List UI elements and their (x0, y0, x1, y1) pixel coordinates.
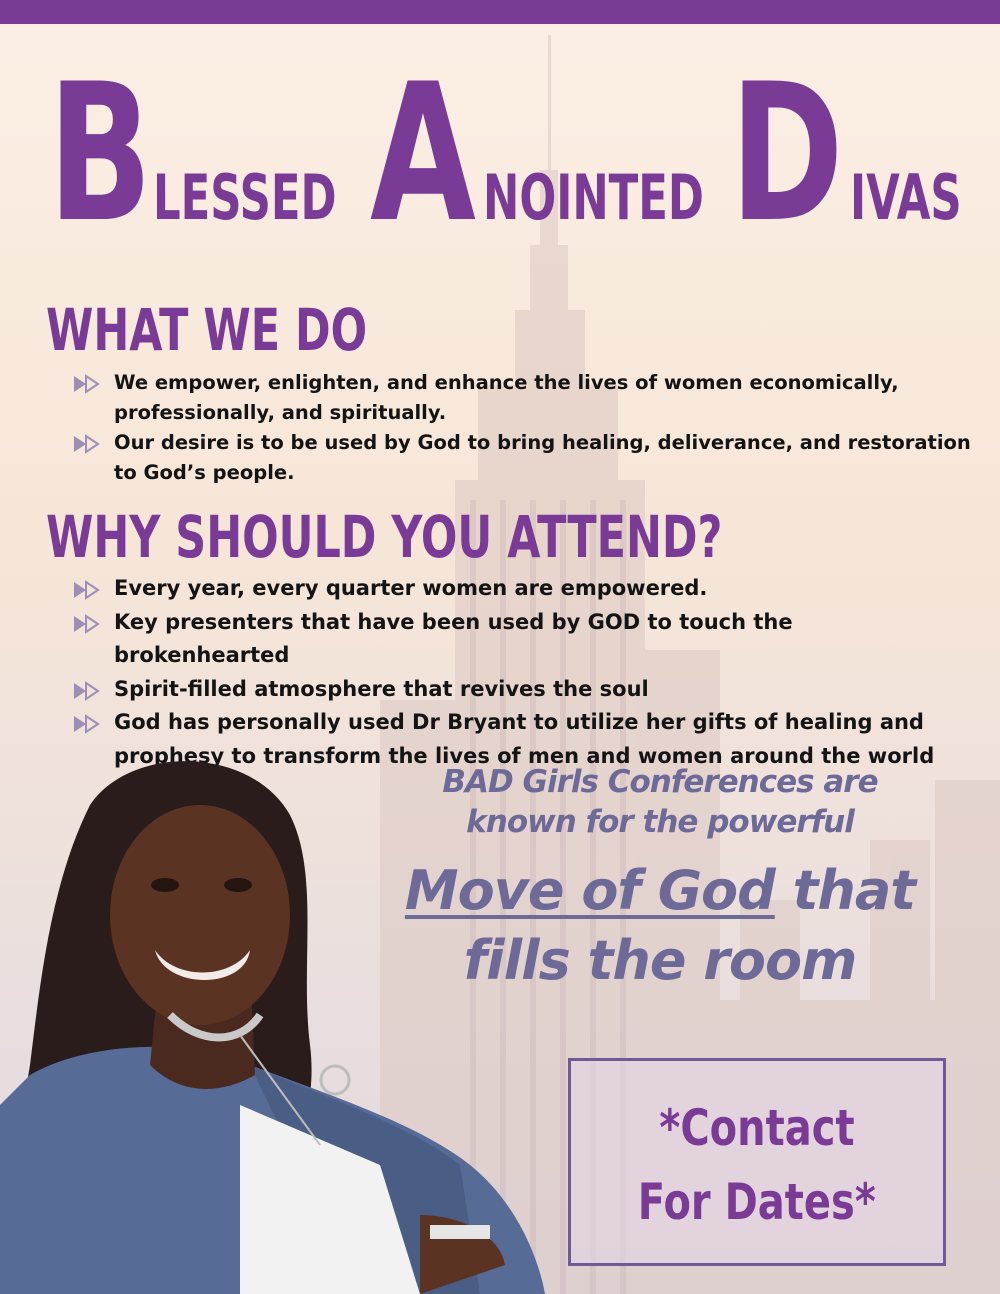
list-item-text: Our desire is to be used by God to bring… (114, 431, 971, 484)
what-we-do-list: We empower, enlighten, and enhance the l… (72, 368, 972, 488)
title-rest-ivas: IVAS (849, 161, 962, 234)
list-item: Every year, every quarter women are empo… (72, 572, 972, 606)
main-title: BLESSED A NOINTED D IVAS (48, 43, 968, 264)
list-item-text: Every year, every quarter women are empo… (114, 576, 708, 600)
move-of-god-text: Move of God (404, 859, 776, 922)
double-arrow-icon (74, 434, 100, 454)
list-item-text: Key presenters that have been used by GO… (114, 609, 793, 668)
list-item: Spirit-filled atmosphere that revives th… (72, 673, 972, 707)
title-cap-b: B (48, 43, 152, 264)
contact-box: *Contact For Dates* (568, 1058, 946, 1266)
double-arrow-icon (74, 680, 100, 701)
double-arrow-icon (74, 613, 100, 634)
list-item-text: We empower, enlighten, and enhance the l… (114, 371, 899, 424)
title-word-divas: D IVAS (730, 43, 1000, 264)
double-arrow-icon (74, 374, 100, 394)
title-cap-d: D (730, 43, 844, 264)
list-item-text: Spirit-filled atmosphere that revives th… (114, 676, 649, 701)
contact-line-2: For Dates* (637, 1173, 876, 1231)
list-item: We empower, enlighten, and enhance the l… (72, 368, 972, 428)
title-rest-nointed: NOINTED (483, 161, 705, 234)
what-we-do-heading: WHAT WE DO (46, 296, 368, 364)
contact-line-1: *Contact (659, 1099, 855, 1157)
tagline-line-3: Move of God that (380, 856, 940, 926)
contact-text: *Contact For Dates* (571, 1091, 943, 1239)
tagline: BAD Girls Conferences are known for the … (380, 762, 940, 996)
title-rest-lessed: LESSED (152, 161, 337, 234)
why-attend-heading: WHY SHOULD YOU ATTEND? (46, 503, 723, 571)
tagline-line-4: fills the room (463, 929, 858, 992)
tagline-line-3-rest: that (774, 859, 917, 922)
title-word-blessed: BLESSED (48, 43, 415, 264)
why-attend-list: Every year, every quarter women are empo… (72, 572, 972, 773)
list-item: Our desire is to be used by God to bring… (72, 428, 972, 488)
double-arrow-icon (74, 714, 100, 734)
double-arrow-icon (74, 580, 100, 600)
list-item: Key presenters that have been used by GO… (72, 606, 972, 673)
flyer-page: BLESSED A NOINTED D IVAS WHAT WE DO We emp… (0, 0, 1000, 1294)
title-cap-a: A (370, 43, 476, 264)
tagline-line-2: known for the powerful (466, 804, 855, 840)
tagline-line-1: BAD Girls Conferences are (442, 764, 878, 800)
